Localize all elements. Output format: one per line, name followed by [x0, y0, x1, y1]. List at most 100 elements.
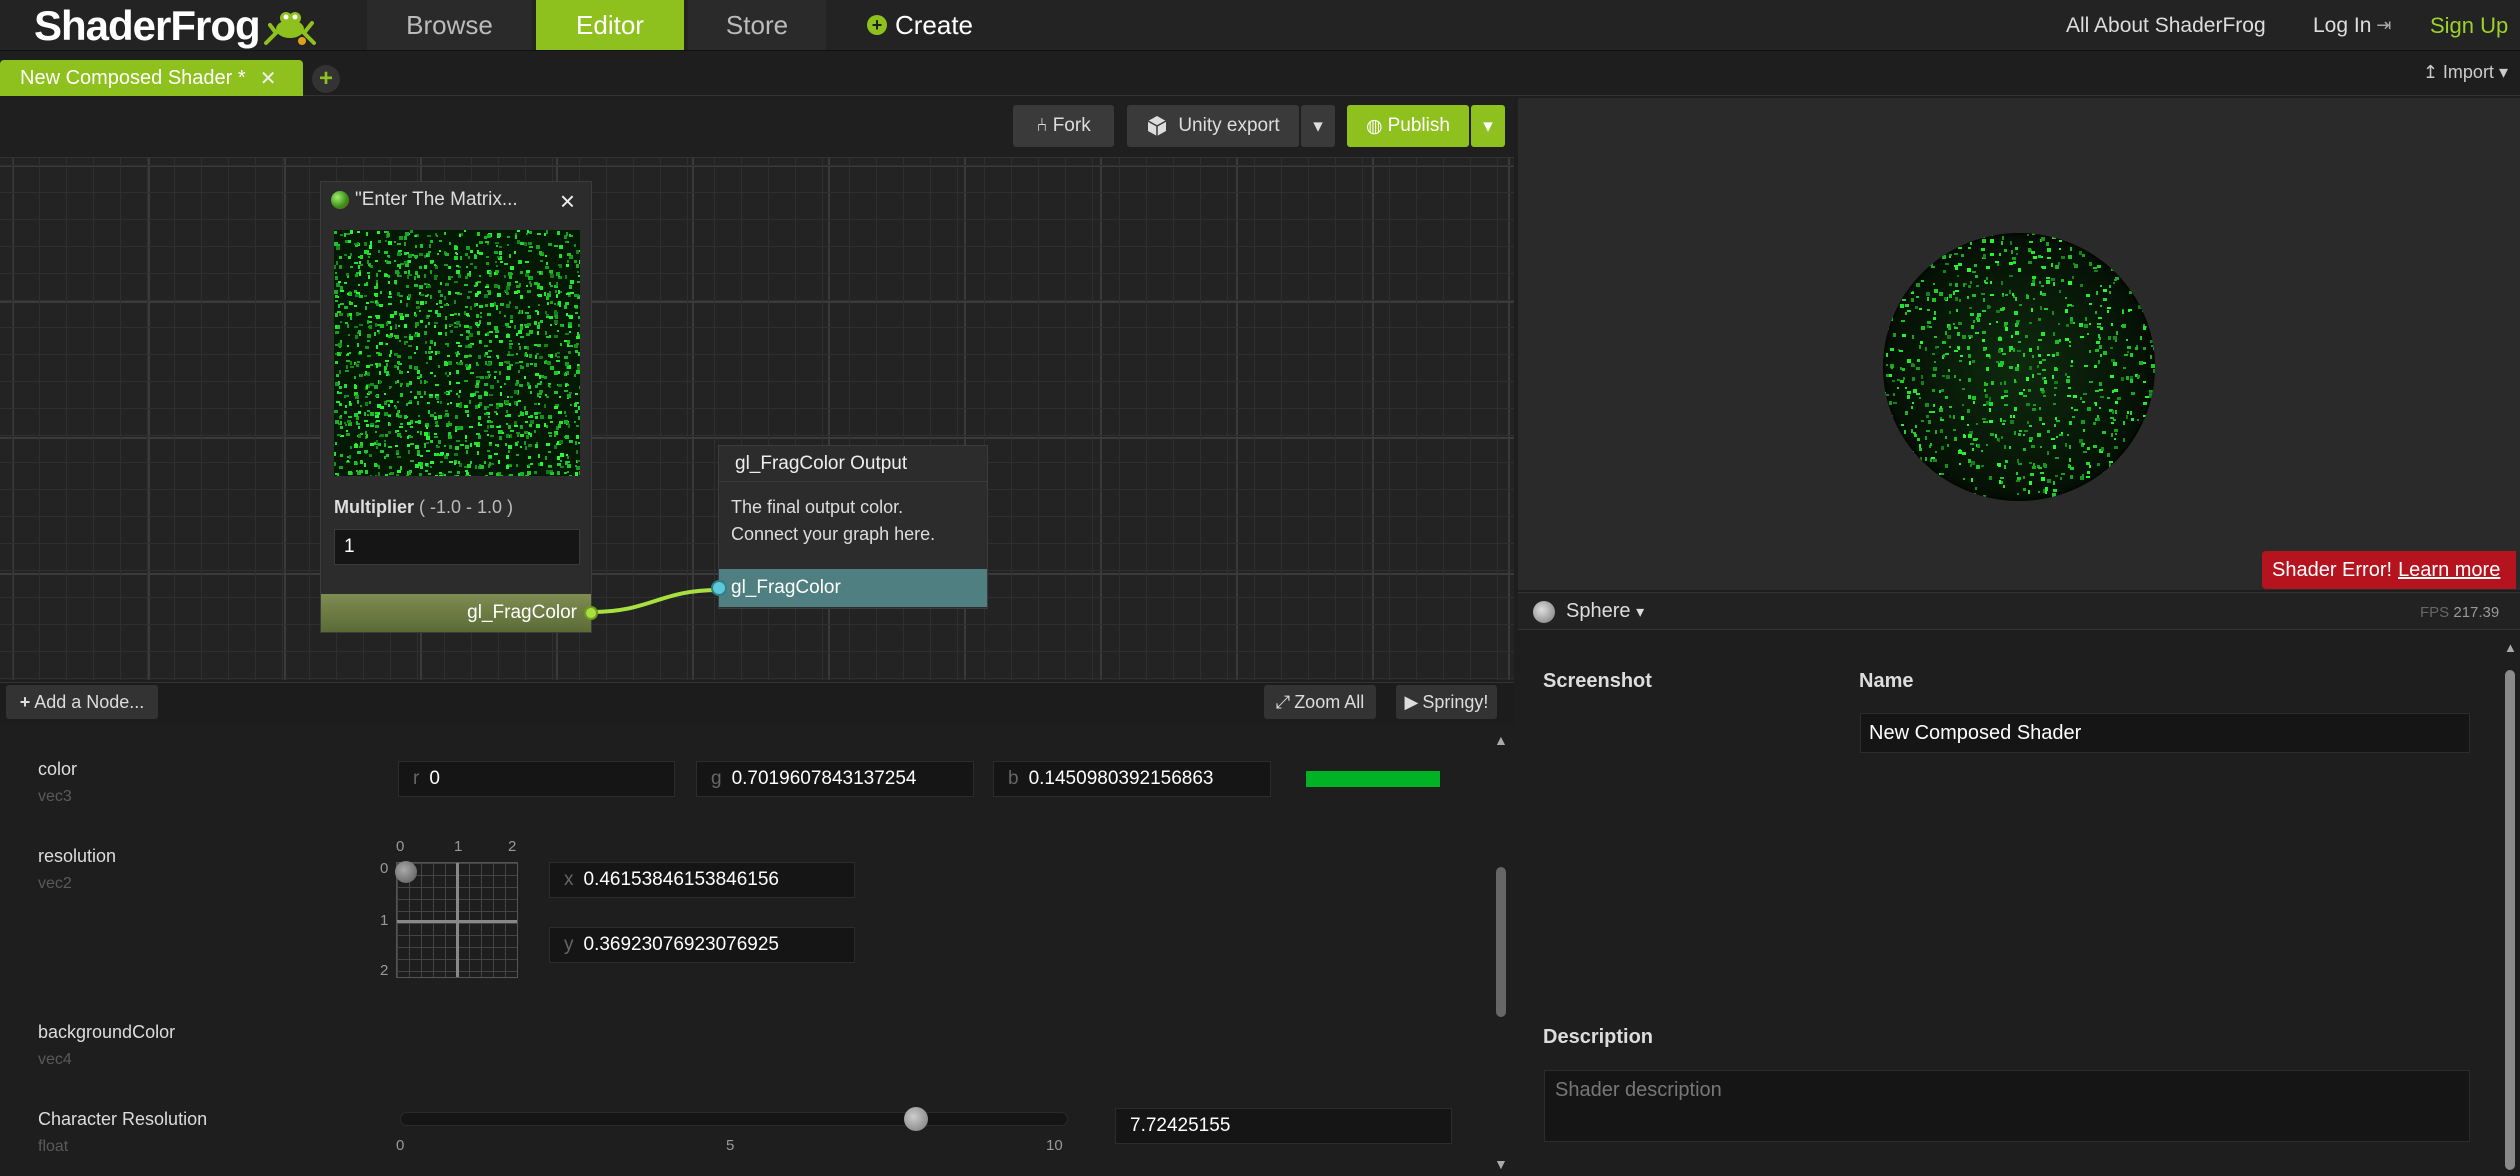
color-swatch[interactable]: [1306, 771, 1440, 787]
nav-login[interactable]: Log In ⇥: [2313, 0, 2391, 51]
node-header[interactable]: "Enter The Matrix...: [321, 182, 591, 218]
matrix-glyph: [2041, 332, 2045, 336]
matrix-glyph: [2038, 354, 2041, 357]
add-tab-button[interactable]: +: [312, 65, 340, 93]
matrix-glyph: [448, 471, 452, 473]
matrix-glyph: [559, 421, 563, 424]
matrix-glyph: [557, 231, 560, 235]
resolution-x-field[interactable]: x 0.46153846153846156: [549, 862, 855, 898]
matrix-glyph: [345, 240, 348, 243]
xy-pad-handle[interactable]: [395, 861, 417, 883]
matrix-glyph: [2029, 366, 2032, 370]
nav-signup[interactable]: Sign Up: [2430, 0, 2508, 51]
matrix-glyph: [2085, 317, 2087, 321]
matrix-glyph: [1970, 313, 1974, 316]
add-node-button[interactable]: + Add a Node...: [6, 685, 158, 719]
matrix-glyph: [554, 391, 558, 394]
import-button[interactable]: ↥ Import ▾: [2423, 62, 2508, 83]
matrix-glyph: [2056, 368, 2058, 371]
matrix-glyph: [1900, 304, 1904, 308]
matrix-glyph: [1958, 322, 1962, 325]
form-scrollbar[interactable]: ▲: [2502, 640, 2518, 1176]
matrix-glyph: [1929, 326, 1932, 328]
matrix-glyph: [546, 262, 548, 265]
input-port-dot[interactable]: [711, 580, 727, 596]
matrix-glyph: [337, 311, 341, 313]
matrix-glyph: [479, 340, 481, 343]
scroll-thumb[interactable]: [2505, 670, 2515, 1170]
char-resolution-field[interactable]: 7.72425155: [1115, 1108, 1452, 1144]
matrix-glyph: [368, 264, 370, 266]
matrix-glyph: [568, 351, 571, 354]
scroll-down-icon[interactable]: ▼: [1494, 1156, 1508, 1172]
slider-handle[interactable]: [903, 1107, 928, 1131]
description-input[interactable]: Shader description: [1544, 1070, 2470, 1142]
matrix-glyph: [456, 440, 460, 442]
matrix-glyph: [367, 355, 371, 357]
nav-create[interactable]: + Create: [840, 0, 1000, 50]
uniforms-scrollbar[interactable]: ▲ ▼: [1492, 732, 1510, 1172]
tab-new-composed-shader[interactable]: New Composed Shader * ✕: [0, 60, 303, 96]
unity-export-button[interactable]: Unity export: [1127, 105, 1299, 147]
scroll-up-icon[interactable]: ▲: [2504, 640, 2517, 655]
matrix-glyph: [398, 325, 400, 327]
nav-about[interactable]: All About ShaderFrog: [2066, 0, 2266, 51]
publish-button[interactable]: ◍ Publish: [1347, 105, 1469, 147]
node-header[interactable]: gl_FragColor Output: [719, 446, 987, 482]
matrix-glyph: [476, 380, 480, 383]
output-port-gl-fragcolor[interactable]: gl_FragColor: [321, 594, 598, 632]
matrix-glyph: [2044, 380, 2047, 384]
unity-export-dropdown[interactable]: ▾: [1301, 105, 1335, 147]
matrix-glyph: [530, 391, 532, 394]
learn-more-link[interactable]: Learn more: [2398, 559, 2500, 582]
matrix-glyph: [2000, 418, 2002, 422]
logo[interactable]: ShaderFrog: [34, 0, 318, 51]
matrix-glyph: [515, 235, 517, 239]
matrix-glyph: [2107, 453, 2110, 457]
desc-line: The final output color.: [731, 497, 904, 517]
matrix-glyph: [2005, 460, 2008, 463]
matrix-glyph: [576, 336, 580, 339]
matrix-glyph: [2113, 336, 2117, 340]
scroll-up-icon[interactable]: ▲: [1494, 732, 1508, 748]
input-port-gl-fragcolor[interactable]: gl_FragColor: [711, 569, 987, 607]
fragcolor-output-node[interactable]: gl_FragColor Output The final output col…: [711, 445, 988, 609]
matrix-glyph: [347, 324, 349, 328]
matrix-glyph: [544, 344, 548, 347]
fork-button[interactable]: ⑃ Fork: [1013, 105, 1114, 147]
matrix-glyph: [2029, 462, 2032, 464]
nav-store[interactable]: Store: [688, 0, 826, 50]
matrix-glyph: [2066, 324, 2069, 327]
matrix-glyph: [550, 285, 553, 287]
matrix-glyph: [1927, 297, 1929, 301]
color-g-field[interactable]: g 0.7019607843137254: [696, 761, 974, 797]
matrix-glyph: [434, 416, 437, 420]
resolution-xy-pad[interactable]: [395, 861, 518, 978]
matrix-glyph: [565, 241, 567, 243]
nav-browse[interactable]: Browse: [367, 0, 532, 50]
tab-close-icon[interactable]: ✕: [260, 66, 277, 91]
color-b-field[interactable]: b 0.1450980392156863: [993, 761, 1271, 797]
matrix-glyph: [1907, 359, 1911, 363]
matrix-glyph: [570, 280, 574, 284]
zoom-all-button[interactable]: ⤢ Zoom All: [1264, 685, 1376, 719]
color-r-field[interactable]: r 0: [398, 761, 675, 797]
publish-dropdown[interactable]: ▾: [1471, 105, 1505, 147]
matrix-glyph: [367, 260, 369, 264]
springy-button[interactable]: ▶ Springy!: [1396, 685, 1497, 719]
resolution-y-field[interactable]: y 0.36923076923076925: [549, 927, 855, 963]
matrix-shader-node[interactable]: "Enter The Matrix... × Multiplier ( -1.0…: [320, 181, 598, 633]
geometry-select[interactable]: Sphere ▾: [1566, 600, 1644, 623]
name-input[interactable]: New Composed Shader: [1860, 713, 2470, 753]
scroll-thumb[interactable]: [1496, 867, 1506, 1017]
output-port-dot[interactable]: [584, 606, 598, 620]
matrix-glyph: [1991, 381, 1994, 385]
matrix-glyph: [419, 310, 421, 312]
nav-editor[interactable]: Editor: [536, 0, 684, 50]
char-resolution-slider[interactable]: [400, 1112, 1068, 1126]
close-icon[interactable]: ×: [560, 186, 575, 217]
matrix-glyph: [2059, 248, 2061, 250]
multiplier-input[interactable]: [334, 529, 580, 565]
import-arrow-icon: ↥: [2422, 62, 2438, 82]
matrix-glyph: [2115, 277, 2119, 280]
